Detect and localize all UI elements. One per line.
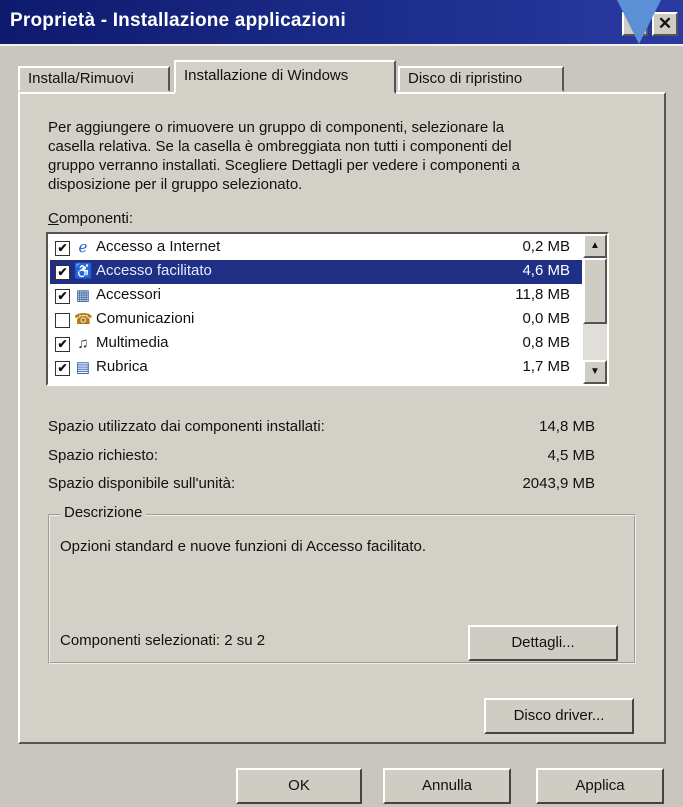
used-space-label: Spazio utilizzato dai componenti install… (48, 418, 325, 435)
accessories-icon: ▦ (75, 287, 91, 304)
window-title: Proprietà - Installazione applicazioni (10, 10, 346, 31)
cancel-button[interactable]: Annulla (383, 768, 511, 804)
available-space-label: Spazio disponibile sull'unità: (48, 475, 236, 492)
selected-count: Componenti selezionati: 2 su 2 (60, 632, 266, 649)
scroll-thumb[interactable] (583, 258, 607, 324)
have-disk-button[interactable]: Disco driver... (484, 698, 634, 734)
tab-windows-setup[interactable]: Installazione di Windows (174, 60, 396, 94)
available-space-value: 2043,9 MB (522, 475, 595, 492)
tab-panel: Per aggiungere o rimuovere un gruppo di … (18, 92, 666, 744)
list-item-label: Comunicazioni (96, 310, 195, 327)
list-item-size: 11,8 MB (515, 286, 570, 303)
checkbox[interactable]: ✔ (55, 337, 70, 352)
accessibility-icon: ♿ (74, 263, 93, 280)
list-item-label: Accesso a Internet (96, 238, 221, 255)
tab-startup-disk[interactable]: Disco di ripristino (398, 66, 564, 92)
pointer-arrow-icon (617, 0, 661, 44)
components-scrollbar[interactable]: ▲ ▼ (583, 234, 607, 384)
used-space-value: 14,8 MB (539, 418, 595, 435)
details-button[interactable]: Dettagli... (468, 625, 618, 661)
apply-button[interactable]: Applica (536, 768, 664, 804)
list-item-size: 0,2 MB (522, 238, 570, 255)
list-item[interactable]: ✔ ▦ Accessori 11,8 MB (50, 284, 582, 308)
scroll-down-icon[interactable]: ▼ (583, 360, 607, 384)
list-item[interactable]: ✔ ℯ Accesso a Internet 0,2 MB (50, 236, 582, 260)
list-item-label: Accesso facilitato (96, 262, 212, 279)
components-list[interactable]: ✔ ℯ Accesso a Internet 0,2 MB ✔ ♿ Access… (46, 232, 609, 386)
list-item-size: 0,0 MB (522, 310, 570, 327)
list-item-label: Multimedia (96, 334, 169, 351)
checkbox[interactable]: ✔ (55, 241, 70, 256)
communications-icon: ☎ (74, 311, 93, 328)
checkbox[interactable]: ✔ (55, 361, 70, 376)
scroll-up-icon[interactable]: ▲ (583, 234, 607, 258)
components-label: Componenti: (48, 210, 134, 227)
internet-explorer-icon: ℯ (78, 239, 88, 256)
ok-button[interactable]: OK (236, 768, 362, 804)
intro-text: Per aggiungere o rimuovere un gruppo di … (48, 119, 520, 193)
list-item-size: 0,8 MB (522, 334, 570, 351)
checkbox[interactable]: ✔ (55, 289, 70, 304)
list-item-size: 4,6 MB (522, 262, 570, 279)
list-item[interactable]: ✔ ♿ Accesso facilitato 4,6 MB (50, 260, 582, 284)
list-item-label: Rubrica (96, 358, 148, 375)
tab-install-remove[interactable]: Installa/Rimuovi (18, 66, 170, 92)
list-item[interactable]: ✔ ▤ Rubrica 1,7 MB (50, 356, 582, 380)
required-space-label: Spazio richiesto: (48, 447, 159, 464)
address-book-icon: ▤ (75, 359, 91, 376)
list-item[interactable]: ☎ Comunicazioni 0,0 MB (50, 308, 582, 332)
multimedia-icon: ♫ (77, 335, 89, 352)
dialog-buttons: OK Annulla Applica (0, 760, 683, 807)
list-item[interactable]: ✔ ♫ Multimedia 0,8 MB (50, 332, 582, 356)
description-title: Descrizione (60, 504, 147, 521)
description-text: Opzioni standard e nuove funzioni di Acc… (60, 538, 427, 555)
required-space-value: 4,5 MB (547, 447, 595, 464)
list-item-size: 1,7 MB (522, 358, 570, 375)
list-item-label: Accessori (96, 286, 162, 303)
checkbox[interactable] (55, 313, 70, 328)
checkbox[interactable]: ✔ (55, 265, 70, 280)
title-bar[interactable]: Proprietà - Installazione applicazioni ?… (0, 0, 683, 46)
